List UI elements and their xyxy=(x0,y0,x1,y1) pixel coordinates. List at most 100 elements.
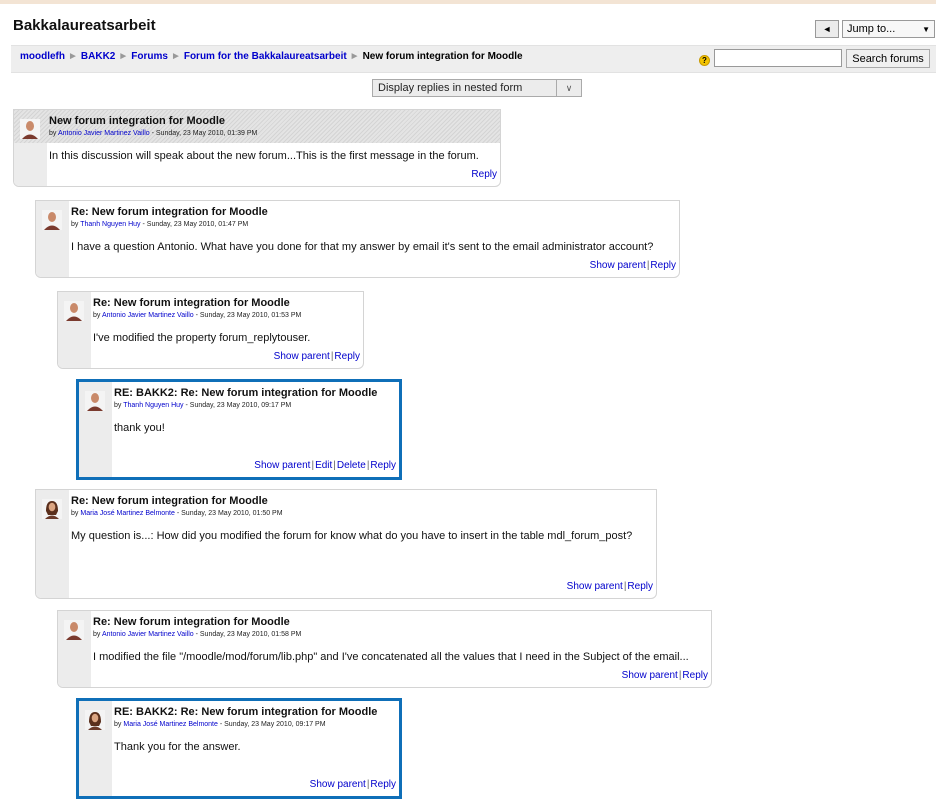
breadcrumb-separator-icon: ► xyxy=(118,51,129,62)
post-message: I've modified the property forum_replyto… xyxy=(93,332,311,344)
breadcrumb-link-moodlefh[interactable]: moodlefh xyxy=(20,51,65,62)
delete-link[interactable]: Delete xyxy=(337,460,366,471)
reply-link[interactable]: Reply xyxy=(627,581,653,592)
post-date: - Sunday, 23 May 2010, 09:17 PM xyxy=(217,721,326,728)
forum-post-highlighted: RE: BAKK2: Re: New forum integration for… xyxy=(76,698,402,799)
search-forums-button[interactable]: Search forums xyxy=(846,49,930,68)
show-parent-link[interactable]: Show parent xyxy=(590,260,646,271)
post-subject: RE: BAKK2: Re: New forum integration for… xyxy=(114,706,378,718)
post-commands: Show parent|Reply xyxy=(566,581,653,592)
post-author-line: by Maria José Martinez Belmonte - Sunday… xyxy=(114,721,326,728)
male-avatar-icon[interactable] xyxy=(64,620,84,640)
reply-link[interactable]: Reply xyxy=(334,351,360,362)
author-link[interactable]: Maria José Martinez Belmonte xyxy=(123,721,218,728)
by-label: by xyxy=(71,221,79,228)
forum-post: Re: New forum integration for Moodle by … xyxy=(35,489,657,599)
forum-post: New forum integration for Moodle by Anto… xyxy=(13,109,501,187)
show-parent-link[interactable]: Show parent xyxy=(567,581,623,592)
breadcrumb-separator-icon: ► xyxy=(68,51,78,62)
post-commands: Show parent|Reply xyxy=(273,351,360,362)
show-parent-link[interactable]: Show parent xyxy=(274,351,330,362)
forum-post: Re: New forum integration for Moodle by … xyxy=(57,291,364,369)
jump-to-label: Jump to... xyxy=(847,23,896,35)
post-commands: Show parent|Edit|Delete|Reply xyxy=(254,460,396,471)
post-subject: Re: New forum integration for Moodle xyxy=(71,495,268,507)
author-link[interactable]: Antonio Javier Martinez Vaillo xyxy=(58,130,150,137)
author-link[interactable]: Antonio Javier Martinez Vaillo xyxy=(102,312,194,319)
chevron-down-icon: ▼ xyxy=(922,24,930,34)
forum-post: Re: New forum integration for Moodle by … xyxy=(57,610,712,688)
reply-link[interactable]: Reply xyxy=(471,169,497,180)
chevron-down-icon: ∨ xyxy=(556,80,581,96)
display-mode-label: Display replies in nested form xyxy=(378,82,523,94)
forum-post-highlighted: RE: BAKK2: Re: New forum integration for… xyxy=(76,379,402,480)
post-date: - Sunday, 23 May 2010, 01:50 PM xyxy=(174,510,283,517)
reply-link[interactable]: Reply xyxy=(650,260,676,271)
reply-link[interactable]: Reply xyxy=(370,460,396,471)
breadcrumb-separator-icon: ► xyxy=(170,51,181,62)
post-commands: Show parent|Reply xyxy=(309,779,396,790)
post-message: My question is...: How did you modified … xyxy=(71,530,633,542)
reply-link[interactable]: Reply xyxy=(682,670,708,681)
author-link[interactable]: Maria José Martinez Belmonte xyxy=(80,510,175,517)
post-author-line: by Antonio Javier Martinez Vaillo - Sund… xyxy=(93,312,301,319)
jump-navigation: ◄ Jump to... ▼ xyxy=(815,20,935,38)
author-link[interactable]: Antonio Javier Martinez Vaillo xyxy=(102,631,194,638)
jump-to-select[interactable]: Jump to... ▼ xyxy=(842,20,935,38)
post-subject: Re: New forum integration for Moodle xyxy=(93,297,290,309)
post-date: - Sunday, 23 May 2010, 01:53 PM xyxy=(193,312,302,319)
male-avatar-icon[interactable] xyxy=(64,301,84,321)
post-author-line: by Thanh Nguyen Huy - Sunday, 23 May 201… xyxy=(71,221,248,228)
post-message: thank you! xyxy=(114,422,165,434)
page-title: Bakkalaureatsarbeit xyxy=(13,17,156,34)
female-avatar-icon[interactable] xyxy=(42,499,62,519)
post-date: - Sunday, 23 May 2010, 09:17 PM xyxy=(183,402,292,409)
edit-link[interactable]: Edit xyxy=(315,460,332,471)
show-parent-link[interactable]: Show parent xyxy=(310,779,366,790)
male-avatar-icon[interactable] xyxy=(85,391,105,411)
breadcrumb-link-forums[interactable]: Forums xyxy=(131,51,168,62)
breadcrumb-separator-icon: ► xyxy=(349,51,360,62)
by-label: by xyxy=(114,721,122,728)
post-commands: Reply xyxy=(471,169,497,180)
post-commands: Show parent|Reply xyxy=(621,670,708,681)
post-message: I modified the file "/moodle/mod/forum/l… xyxy=(93,651,689,663)
help-icon[interactable]: ? xyxy=(699,55,710,66)
by-label: by xyxy=(49,130,57,137)
post-author-line: by Maria José Martinez Belmonte - Sunday… xyxy=(71,510,283,517)
post-date: - Sunday, 23 May 2010, 01:58 PM xyxy=(193,631,302,638)
post-date: - Sunday, 23 May 2010, 01:47 PM xyxy=(140,221,249,228)
forum-post: Re: New forum integration for Moodle by … xyxy=(35,200,680,278)
breadcrumb-link-forum[interactable]: Forum for the Bakkalaureatsarbeit xyxy=(184,51,347,62)
by-label: by xyxy=(93,631,101,638)
post-subject: RE: BAKK2: Re: New forum integration for… xyxy=(114,387,378,399)
previous-activity-button[interactable]: ◄ xyxy=(815,20,839,38)
breadcrumb: moodlefh ► BAKK2 ► Forums ► Forum for the Bakk… xyxy=(20,51,523,62)
post-author-line: by Thanh Nguyen Huy - Sunday, 23 May 201… xyxy=(114,402,291,409)
arrow-left-icon: ◄ xyxy=(822,24,832,34)
male-avatar-icon[interactable] xyxy=(20,119,40,139)
reply-link[interactable]: Reply xyxy=(370,779,396,790)
post-commands: Show parent|Reply xyxy=(589,260,676,271)
display-mode-select[interactable]: Display replies in nested form ∨ xyxy=(372,79,582,97)
show-parent-link[interactable]: Show parent xyxy=(254,460,310,471)
male-avatar-icon[interactable] xyxy=(42,210,62,230)
show-parent-link[interactable]: Show parent xyxy=(622,670,678,681)
post-message: Thank you for the answer. xyxy=(114,741,241,753)
female-avatar-icon[interactable] xyxy=(85,710,105,730)
post-date: - Sunday, 23 May 2010, 01:39 PM xyxy=(149,130,258,137)
post-author-line: by Antonio Javier Martinez Vaillo - Sund… xyxy=(49,130,257,137)
post-subject: New forum integration for Moodle xyxy=(49,115,225,127)
post-subject: Re: New forum integration for Moodle xyxy=(71,206,268,218)
author-link[interactable]: Thanh Nguyen Huy xyxy=(123,402,183,409)
post-message: I have a question Antonio. What have you… xyxy=(71,241,654,253)
by-label: by xyxy=(114,402,122,409)
breadcrumb-current: New forum integration for Moodle xyxy=(362,51,523,62)
breadcrumb-link-bakk2[interactable]: BAKK2 xyxy=(81,51,115,62)
post-message: In this discussion will speak about the … xyxy=(49,150,479,162)
search-input[interactable] xyxy=(714,49,842,67)
top-border xyxy=(0,0,936,4)
post-subject: Re: New forum integration for Moodle xyxy=(93,616,290,628)
by-label: by xyxy=(71,510,79,517)
author-link[interactable]: Thanh Nguyen Huy xyxy=(80,221,140,228)
